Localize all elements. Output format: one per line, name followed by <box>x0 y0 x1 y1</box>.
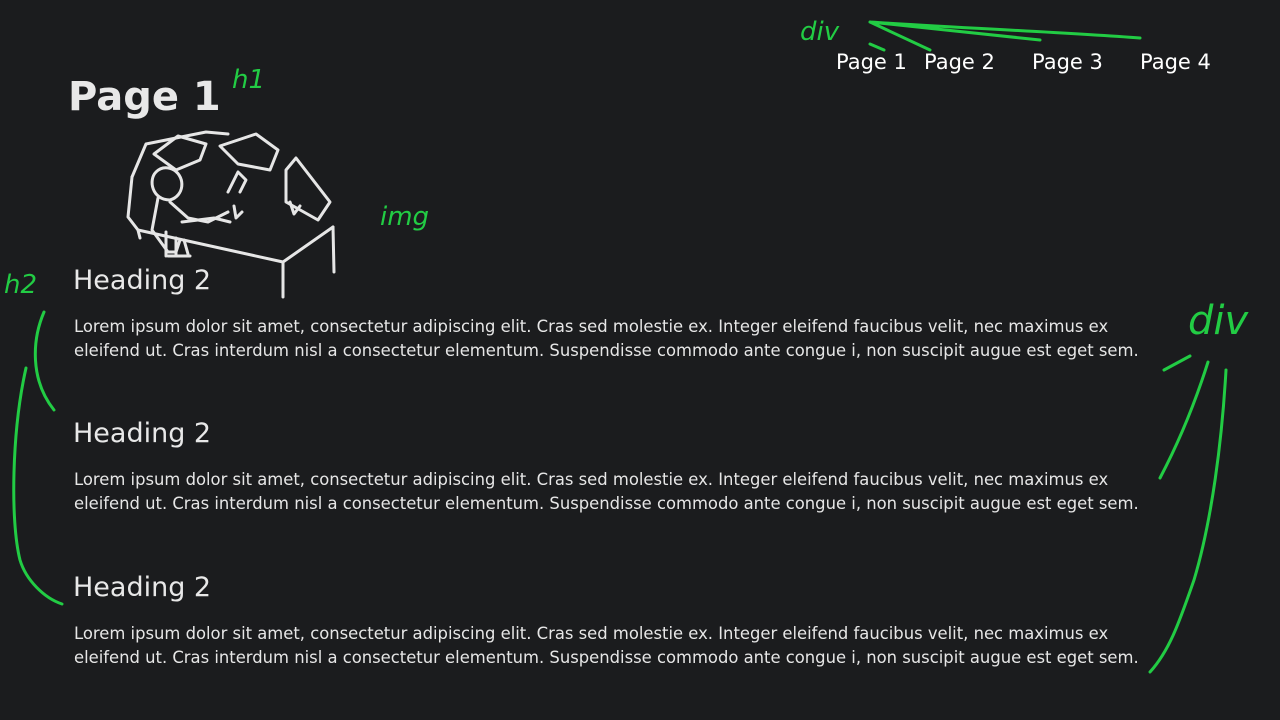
annotation-content-label: div <box>1188 298 1250 344</box>
top-nav: Page 1 Page 2 Page 3 Page 4 <box>836 46 1236 78</box>
annotation-image-label: img <box>380 202 429 232</box>
section-heading-1: Heading 2 <box>73 265 212 296</box>
annotation-title-label: h1 <box>232 65 265 95</box>
page-title: Page 1 <box>68 74 221 120</box>
annotation-heading-bracket <box>12 310 64 606</box>
nav-link-page-4[interactable]: Page 4 <box>1140 46 1211 78</box>
section-text-2: Lorem ipsum dolor sit amet, consectetur … <box>74 470 1139 513</box>
section-heading-2: Heading 2 <box>73 418 212 449</box>
nav-link-page-3[interactable]: Page 3 <box>1032 46 1103 78</box>
section-text-1: Lorem ipsum dolor sit amet, consectetur … <box>74 317 1139 360</box>
section-text-3: Lorem ipsum dolor sit amet, consectetur … <box>74 624 1139 667</box>
annotation-nav-label: div <box>800 17 840 47</box>
section-heading-3: Heading 2 <box>73 572 212 603</box>
nav-link-page-1[interactable]: Page 1 <box>836 46 907 78</box>
nav-link-page-2[interactable]: Page 2 <box>924 46 995 78</box>
annotation-heading-label: h2 <box>4 270 37 300</box>
